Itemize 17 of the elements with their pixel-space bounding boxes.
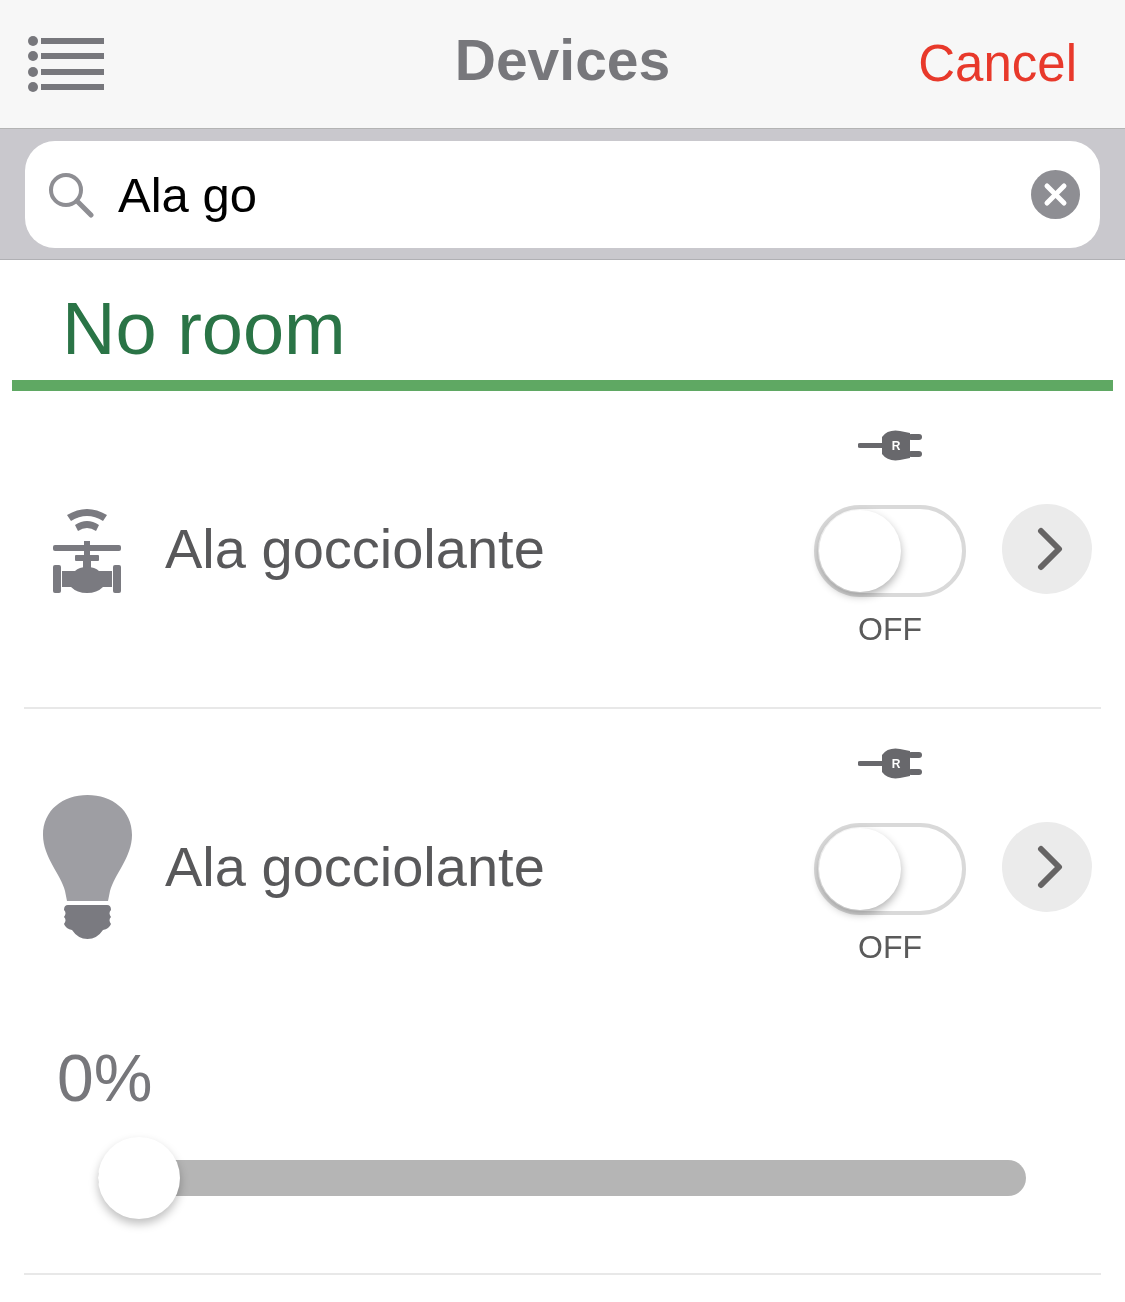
- section-title: No room: [62, 286, 346, 372]
- menu-icon: [28, 36, 104, 92]
- state-label: OFF: [858, 928, 922, 967]
- menu-button[interactable]: [28, 36, 104, 92]
- dimmer-reading: 0%: [57, 1040, 153, 1116]
- slider-thumb[interactable]: [98, 1137, 180, 1219]
- state-label: OFF: [858, 610, 922, 649]
- clear-button[interactable]: [1031, 170, 1080, 219]
- slider-track[interactable]: [98, 1137, 1026, 1219]
- chevron-right-icon: [1037, 527, 1063, 571]
- light-bulb-icon: [42, 795, 132, 939]
- screen-title: Devices: [454, 31, 671, 94]
- close-icon: [1031, 170, 1080, 219]
- search-icon: [47, 171, 94, 218]
- search-field[interactable]: Ala go: [25, 141, 1100, 248]
- cancel-button[interactable]: Cancel: [918, 37, 1077, 91]
- chevron-right-icon: [1037, 845, 1063, 889]
